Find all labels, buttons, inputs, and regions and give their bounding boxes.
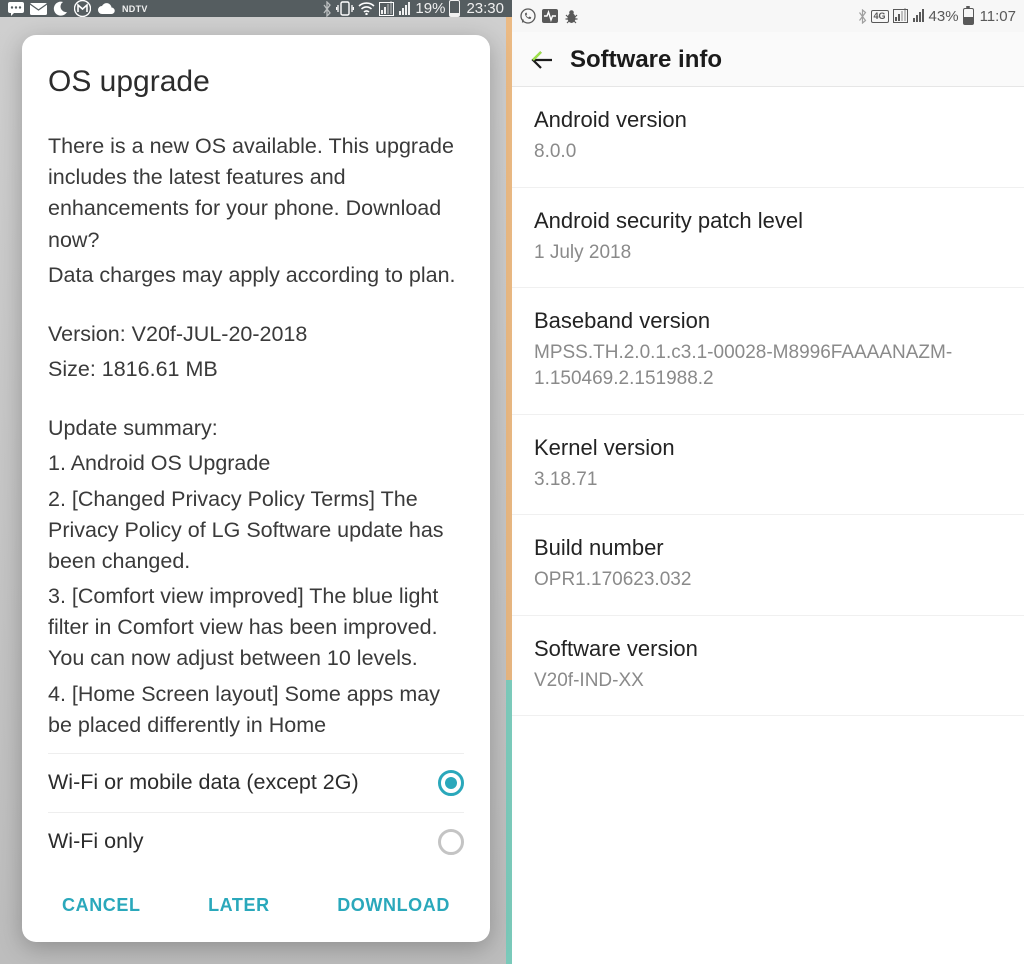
radio-indicator-selected-icon: [438, 770, 464, 796]
signal-sim2-icon: [912, 9, 925, 23]
clock: 11:07: [980, 8, 1016, 25]
software-info-list[interactable]: Android version 8.0.0 Android security p…: [512, 87, 1024, 945]
moon-icon: [53, 1, 68, 16]
info-value: MPSS.TH.2.0.1.c3.1-00028-M8996FAAAANAZM-…: [534, 340, 1002, 391]
dialog-title: OS upgrade: [48, 65, 464, 99]
summary-item-4: 4. [Home Screen layout] Some apps may be…: [48, 679, 464, 741]
info-value: 8.0.0: [534, 139, 1002, 165]
back-icon[interactable]: [530, 48, 554, 72]
cloud-icon: [97, 2, 116, 15]
radio-wifi-only[interactable]: Wi-Fi only: [48, 813, 464, 871]
info-security-patch[interactable]: Android security patch level 1 July 2018: [512, 188, 1024, 289]
bluetooth-icon: [858, 9, 867, 24]
status-bar-right: 4G 43% 11:07: [512, 0, 1024, 32]
download-button[interactable]: DOWNLOAD: [329, 889, 458, 922]
dialog-overlay: OS upgrade There is a new OS available. …: [0, 17, 512, 964]
m-app-icon: [74, 0, 91, 17]
summary-item-3: 3. [Comfort view improved] The blue ligh…: [48, 581, 464, 675]
cancel-button[interactable]: CANCEL: [54, 889, 149, 922]
later-button[interactable]: LATER: [200, 889, 278, 922]
battery-icon: [449, 0, 460, 17]
phone-left: NDTV 19% 23:30 OS upgrade There is a new…: [0, 0, 512, 945]
info-software-version[interactable]: Software version V20f-IND-XX: [512, 616, 1024, 717]
bluetooth-icon: [322, 1, 332, 17]
info-label: Build number: [534, 535, 1002, 561]
os-upgrade-dialog: OS upgrade There is a new OS available. …: [22, 35, 490, 942]
debug-icon: [564, 9, 579, 24]
vibrate-icon: [336, 1, 354, 16]
ndtv-icon: NDTV: [122, 4, 148, 14]
radio-label: Wi-Fi only: [48, 829, 144, 854]
info-value: 3.18.71: [534, 467, 1002, 493]
radio-indicator-icon: [438, 829, 464, 855]
size-line: Size: 1816.61 MB: [48, 354, 464, 385]
summary-item-1: 1. Android OS Upgrade: [48, 448, 464, 479]
signal-sim1-icon: [893, 9, 908, 23]
radio-label: Wi-Fi or mobile data (except 2G): [48, 770, 359, 795]
version-line: Version: V20f-JUL-20-2018: [48, 319, 464, 350]
dialog-body[interactable]: There is a new OS available. This upgrad…: [48, 131, 464, 745]
info-label: Android security patch level: [534, 208, 1002, 234]
signal-sim2-icon: [398, 2, 411, 16]
network-4g-badge: 4G: [871, 10, 889, 23]
signal-sim1-icon: [379, 2, 394, 16]
radio-wifi-or-mobile[interactable]: Wi-Fi or mobile data (except 2G): [48, 753, 464, 813]
info-label: Baseband version: [534, 308, 1002, 334]
info-kernel[interactable]: Kernel version 3.18.71: [512, 415, 1024, 516]
whatsapp-icon: [520, 8, 536, 24]
summary-header: Update summary:: [48, 413, 464, 444]
info-value: 1 July 2018: [534, 240, 1002, 266]
summary-item-2: 2. [Changed Privacy Policy Terms] The Pr…: [48, 484, 464, 578]
info-label: Kernel version: [534, 435, 1002, 461]
info-build-number[interactable]: Build number OPR1.170623.032: [512, 515, 1024, 616]
wifi-icon: [358, 2, 375, 15]
phone-right: 4G 43% 11:07 Software info Android versi…: [512, 0, 1024, 945]
mail-icon: [30, 3, 47, 15]
info-label: Software version: [534, 636, 1002, 662]
software-info-header: Software info: [512, 32, 1024, 87]
download-method-group: Wi-Fi or mobile data (except 2G) Wi-Fi o…: [48, 753, 464, 871]
dialog-para2: Data charges may apply according to plan…: [48, 260, 464, 291]
battery-pct: 43%: [929, 8, 959, 25]
dialog-actions: CANCEL LATER DOWNLOAD: [48, 871, 464, 942]
battery-pct: 19%: [415, 0, 445, 17]
sms-icon: [8, 2, 24, 16]
status-bar-left: NDTV 19% 23:30: [0, 0, 512, 17]
activity-icon: [542, 9, 558, 23]
info-value: OPR1.170623.032: [534, 567, 1002, 593]
page-title: Software info: [570, 46, 722, 74]
info-baseband[interactable]: Baseband version MPSS.TH.2.0.1.c3.1-0002…: [512, 288, 1024, 414]
clock: 23:30: [466, 0, 504, 17]
info-label: Android version: [534, 107, 1002, 133]
battery-icon: [963, 8, 974, 25]
dialog-para1: There is a new OS available. This upgrad…: [48, 131, 464, 256]
info-android-version[interactable]: Android version 8.0.0: [512, 87, 1024, 188]
info-value: V20f-IND-XX: [534, 668, 1002, 694]
